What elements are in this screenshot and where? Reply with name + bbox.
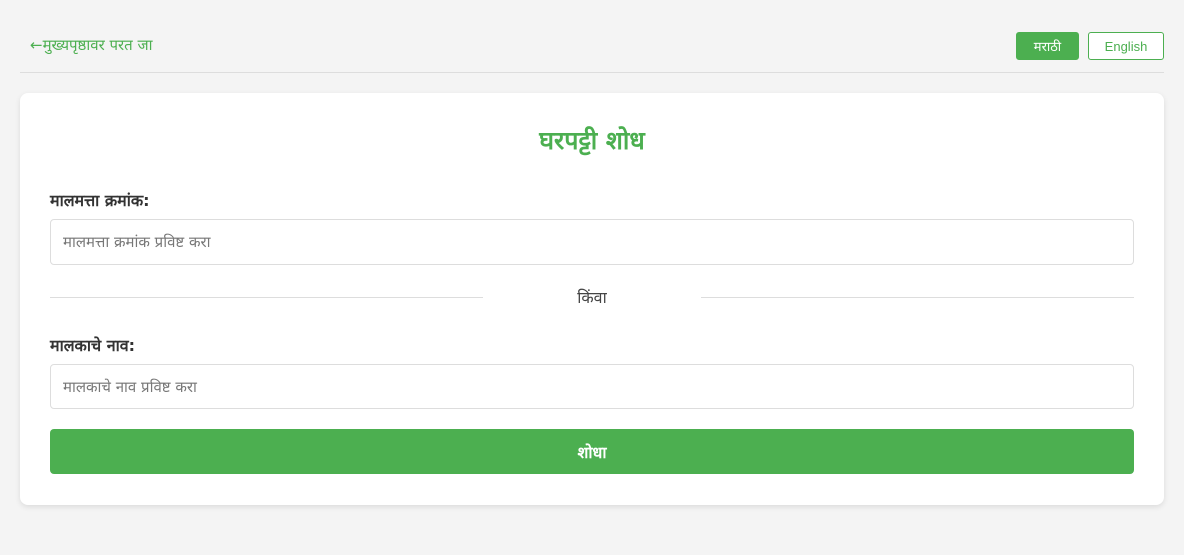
owner-name-label: मालकाचे नाव: xyxy=(50,336,136,355)
language-marathi-button[interactable]: मराठी xyxy=(1016,32,1079,60)
top-navigation-bar: ←मुख्यपृष्ठावर परत जा मराठी English xyxy=(20,30,1164,73)
or-divider: किंवा xyxy=(50,286,1134,310)
search-button[interactable]: शोधा xyxy=(50,429,1134,474)
owner-name-input[interactable] xyxy=(50,364,1134,409)
back-to-home-link[interactable]: ←मुख्यपृष्ठावर परत जा xyxy=(30,35,153,55)
page-title: घरपट्टी शोध xyxy=(539,126,645,155)
search-form-card: घरपट्टी शोध मालमत्ता क्रमांक: किंवा मालक… xyxy=(20,93,1164,505)
language-switcher: मराठी English xyxy=(1016,32,1164,60)
property-number-input[interactable] xyxy=(50,219,1134,265)
property-number-label: मालमत्ता क्रमांक: xyxy=(50,191,150,210)
language-english-button[interactable]: English xyxy=(1088,32,1164,60)
divider-line-right xyxy=(701,297,1134,298)
